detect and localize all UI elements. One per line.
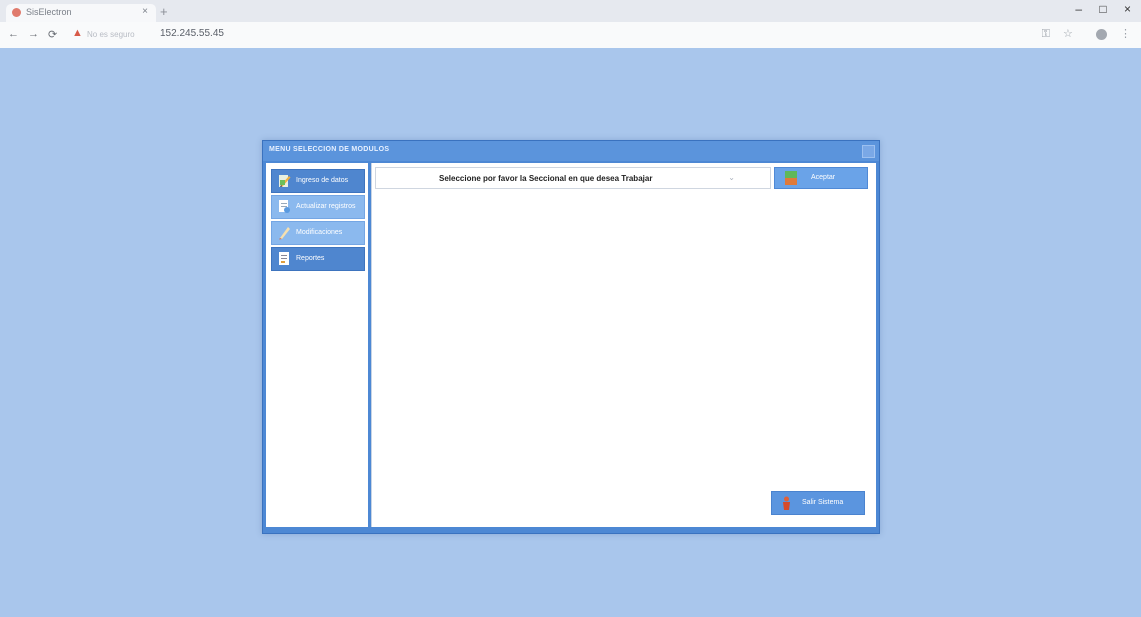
warning-icon[interactable]: ▲ [72, 27, 83, 39]
browser-tab-bar: SisElectron × + – □ × [0, 0, 1141, 22]
sidebar-item-label: Reportes [296, 255, 325, 262]
new-tab-icon[interactable]: + [160, 4, 168, 19]
close-window-icon[interactable]: × [1124, 2, 1131, 16]
window-controls: – □ × [1061, 2, 1131, 16]
pen-icon [279, 227, 290, 240]
chevron-down-icon: ⌄ [728, 173, 735, 182]
reload-icon[interactable]: ⟳ [48, 28, 57, 41]
maximize-icon[interactable]: □ [1099, 2, 1106, 16]
pencil-edit-icon [279, 175, 291, 187]
minimize-icon[interactable]: – [1075, 2, 1082, 16]
address-bar: ← → ⟳ ▲ No es seguro 152.245.55.45 ⚿ ☆ ⋮ [0, 22, 1141, 49]
report-icon [279, 252, 289, 265]
refresh-doc-icon [279, 200, 290, 213]
accept-button-label: Aceptar [811, 174, 836, 181]
favicon-icon [12, 8, 21, 17]
sidebar-item-modificaciones[interactable]: Modificaciones [271, 221, 365, 245]
tab-close-icon[interactable]: × [142, 6, 148, 17]
tab-title: SisElectron [26, 7, 72, 17]
star-icon[interactable]: ☆ [1063, 28, 1073, 40]
sidebar-item-label: Modificaciones [296, 229, 343, 236]
browser-tab[interactable]: SisElectron × [6, 4, 156, 22]
page-background: MENU SELECCION DE MODULOS Ingreso de dat… [0, 48, 1141, 617]
sidebar-item-reportes[interactable]: Reportes [271, 247, 365, 271]
forward-icon[interactable]: → [28, 28, 39, 40]
person-check-icon [785, 171, 797, 185]
menu-icon[interactable]: ⋮ [1120, 28, 1131, 40]
module-sidebar: Ingreso de datos Actualizar registros Mo… [266, 163, 368, 527]
seccional-select[interactable]: Seleccione por favor la Seccional en que… [375, 167, 771, 189]
dialog-close-icon[interactable] [862, 145, 875, 158]
seccional-select-text: Seleccione por favor la Seccional en que… [439, 174, 653, 183]
sidebar-item-ingreso[interactable]: Ingreso de datos [271, 169, 365, 193]
key-icon[interactable]: ⚿ [1042, 28, 1050, 40]
exit-person-icon [783, 496, 790, 510]
dialog-title: MENU SELECCION DE MODULOS [269, 146, 390, 153]
back-icon[interactable]: ← [8, 28, 19, 40]
url-input[interactable]: 152.245.55.45 [160, 28, 224, 39]
security-label[interactable]: No es seguro [87, 30, 135, 39]
dialog-titlebar: MENU SELECCION DE MODULOS [263, 141, 879, 161]
sidebar-item-actualizar[interactable]: Actualizar registros [271, 195, 365, 219]
sidebar-item-label: Ingreso de datos [296, 177, 349, 184]
toolbar-right: ⚿ ☆ ⋮ [1032, 27, 1131, 41]
module-selection-dialog: MENU SELECCION DE MODULOS Ingreso de dat… [262, 140, 880, 534]
logout-button-label: Salir Sistema [802, 499, 844, 506]
logout-button[interactable]: Salir Sistema [771, 491, 865, 515]
profile-avatar[interactable] [1086, 28, 1107, 40]
sidebar-item-label: Actualizar registros [296, 203, 356, 210]
main-panel: Seleccione por favor la Seccional en que… [371, 163, 876, 527]
accept-button[interactable]: Aceptar [774, 167, 868, 189]
